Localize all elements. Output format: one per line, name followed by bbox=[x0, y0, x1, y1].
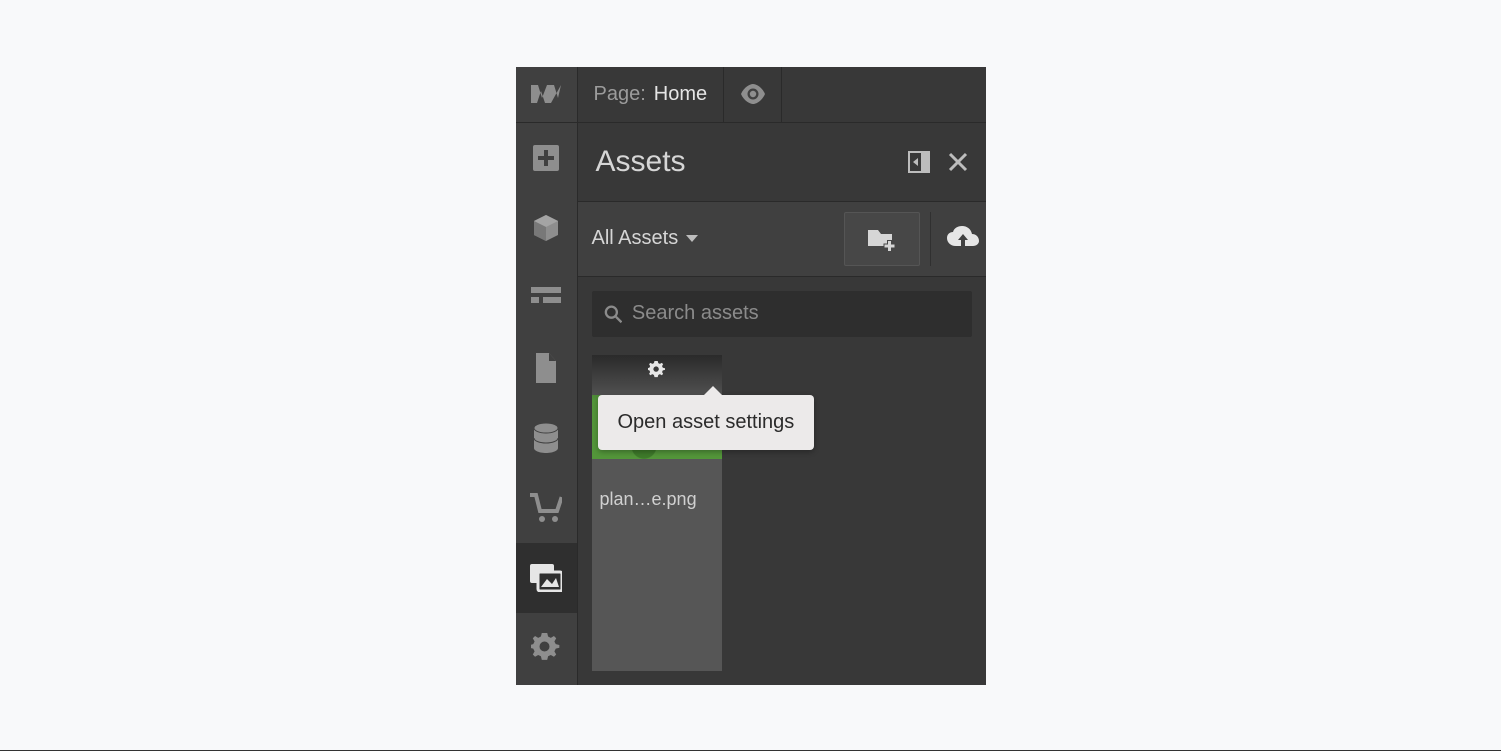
assets-icon bbox=[530, 564, 562, 592]
tooltip-text: Open asset settings bbox=[618, 411, 795, 433]
close-icon bbox=[948, 152, 968, 172]
dock-icon bbox=[908, 151, 930, 173]
webflow-logo-icon bbox=[529, 83, 563, 105]
webflow-logo[interactable] bbox=[516, 67, 578, 123]
search-icon bbox=[604, 304, 622, 324]
body: Assets bbox=[516, 123, 986, 685]
rail-pages[interactable] bbox=[516, 333, 577, 403]
assets-panel: Assets bbox=[578, 123, 986, 685]
asset-settings-button[interactable] bbox=[648, 361, 666, 384]
page-icon bbox=[534, 353, 558, 383]
panel-title: Assets bbox=[596, 145, 686, 179]
add-icon bbox=[532, 144, 560, 172]
close-panel-button[interactable] bbox=[948, 152, 968, 172]
ecommerce-icon bbox=[530, 493, 562, 523]
search-wrap bbox=[578, 277, 986, 351]
search-input[interactable] bbox=[632, 302, 960, 325]
rail-add[interactable] bbox=[516, 123, 577, 193]
panel-header: Assets bbox=[578, 123, 986, 201]
gear-icon bbox=[648, 361, 666, 379]
rail-navigator[interactable] bbox=[516, 263, 577, 333]
asset-item[interactable]: plan…e.png Open asset settings bbox=[592, 355, 722, 671]
preview-button[interactable] bbox=[724, 67, 782, 123]
cms-icon bbox=[532, 423, 560, 453]
search-assets[interactable] bbox=[592, 291, 972, 337]
cube-icon bbox=[531, 213, 561, 243]
navigator-icon bbox=[531, 287, 561, 309]
rail-cms[interactable] bbox=[516, 403, 577, 473]
panel-header-actions bbox=[908, 151, 968, 173]
rail-ecommerce[interactable] bbox=[516, 473, 577, 543]
new-folder-button[interactable] bbox=[844, 212, 920, 266]
asset-filename: plan…e.png bbox=[592, 465, 722, 524]
rail-symbols[interactable] bbox=[516, 193, 577, 263]
folder-plus-icon bbox=[867, 227, 897, 251]
asset-grid: plan…e.png Open asset settings bbox=[578, 351, 986, 685]
assets-filter-label: All Assets bbox=[592, 227, 679, 250]
left-rail bbox=[516, 123, 578, 685]
page-selector[interactable]: Page: Home bbox=[578, 67, 725, 122]
rail-assets[interactable] bbox=[516, 543, 577, 613]
page-label: Page: bbox=[594, 83, 646, 106]
cloud-upload-icon bbox=[946, 226, 980, 252]
page-name: Home bbox=[654, 83, 707, 106]
designer-window: Page: Home bbox=[516, 67, 986, 685]
assets-filter-dropdown[interactable]: All Assets bbox=[592, 227, 834, 250]
eye-icon bbox=[740, 81, 766, 107]
settings-icon bbox=[531, 633, 561, 663]
rail-settings[interactable] bbox=[516, 613, 577, 683]
assets-toolbar: All Assets bbox=[578, 201, 986, 277]
tooltip-open-asset-settings: Open asset settings bbox=[598, 395, 815, 450]
chevron-down-icon bbox=[686, 235, 698, 242]
dock-button[interactable] bbox=[908, 151, 930, 173]
topbar: Page: Home bbox=[516, 67, 986, 123]
upload-button[interactable] bbox=[930, 212, 986, 266]
